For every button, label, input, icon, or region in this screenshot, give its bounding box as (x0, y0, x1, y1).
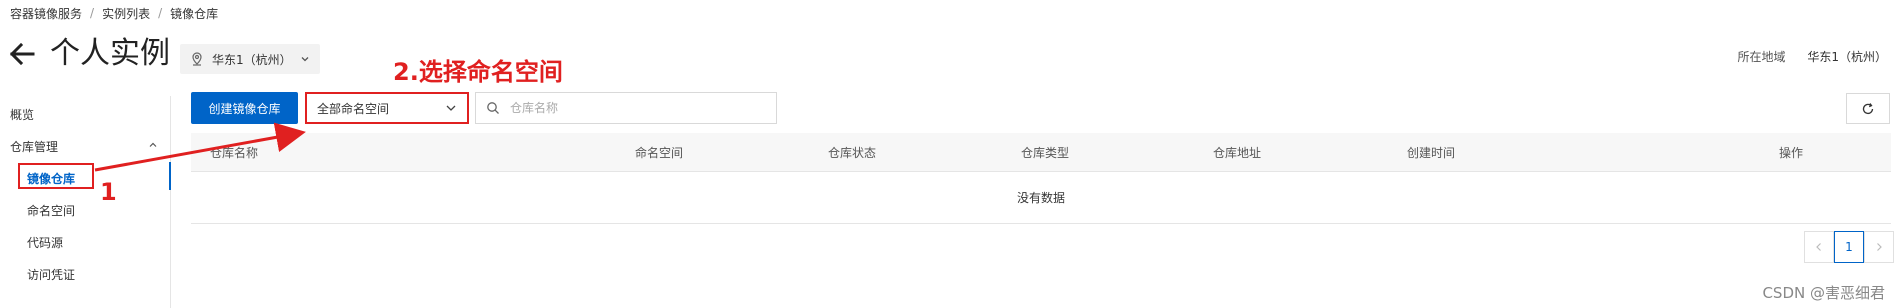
page-title: 个人实例 (50, 36, 170, 71)
breadcrumb-item-current: 镜像仓库 (170, 6, 219, 21)
page-number-button[interactable]: 1 (1834, 231, 1864, 263)
pagination: 1 (1804, 231, 1894, 263)
region-select-label: 华东1（杭州） (212, 52, 292, 67)
namespace-select[interactable]: 全部命名空间 (305, 92, 469, 124)
column-header-actions: 操作 (1779, 146, 1804, 160)
sidebar-item-access-credential[interactable]: 访问凭证 (27, 266, 75, 283)
column-header-created-time: 创建时间 (1407, 146, 1456, 160)
prev-page-button[interactable] (1804, 231, 1834, 263)
repo-search-input[interactable] (510, 101, 766, 115)
chevron-up-icon (149, 142, 157, 147)
annotation-highlight-box (18, 163, 94, 189)
back-arrow-icon[interactable] (8, 40, 36, 68)
sidebar-item-code-source[interactable]: 代码源 (27, 234, 63, 251)
next-page-button[interactable] (1864, 231, 1894, 263)
breadcrumb-separator: / (158, 6, 163, 20)
refresh-icon (1862, 102, 1874, 114)
column-header-repo-status: 仓库状态 (828, 146, 877, 160)
watermark: CSDN @害恶细君 (1762, 284, 1885, 302)
sidebar-group-repo-management[interactable]: 仓库管理 (10, 138, 162, 155)
refresh-button[interactable] (1846, 93, 1890, 124)
sidebar-item-overview[interactable]: 概览 (10, 106, 34, 123)
repo-search-box (475, 92, 777, 124)
search-icon (487, 102, 499, 114)
location-pin-icon (192, 52, 202, 66)
empty-state-text: 没有数据 (1016, 190, 1065, 205)
column-header-repo-address: 仓库地址 (1213, 146, 1262, 160)
column-header-repo-type: 仓库类型 (1021, 146, 1070, 160)
region-select[interactable]: 华东1（杭州） (180, 44, 320, 74)
chevron-down-icon (301, 57, 309, 62)
annotation-step1-label: 1 (100, 178, 117, 206)
namespace-select-label: 全部命名空间 (317, 101, 390, 116)
sidebar-active-indicator (169, 162, 171, 190)
table-header: 仓库名称 命名空间 仓库状态 仓库类型 仓库地址 创建时间 操作 (191, 133, 1891, 172)
chevron-left-icon (1816, 243, 1821, 251)
chevron-down-icon (446, 105, 456, 111)
breadcrumb-item-instances[interactable]: 实例列表 (102, 5, 150, 22)
column-header-repo-name: 仓库名称 (210, 146, 259, 160)
column-header-namespace: 命名空间 (635, 146, 684, 160)
table-empty-row: 没有数据 (191, 171, 1891, 224)
chevron-right-icon (1877, 243, 1882, 251)
breadcrumb: 容器镜像服务 / 实例列表 / 镜像仓库 (10, 4, 218, 22)
sidebar: 概览 仓库管理 镜像仓库 命名空间 代码源 访问凭证 (0, 96, 171, 308)
breadcrumb-separator: / (90, 6, 95, 20)
region-info-value: 华东1（杭州） (1807, 50, 1887, 64)
sidebar-item-namespace[interactable]: 命名空间 (27, 202, 75, 219)
sidebar-group-label: 仓库管理 (10, 140, 59, 154)
breadcrumb-item-service[interactable]: 容器镜像服务 (10, 5, 82, 22)
region-info: 所在地域 华东1（杭州） (1738, 48, 1887, 65)
create-repo-button[interactable]: 创建镜像仓库 (191, 92, 298, 124)
region-info-label: 所在地域 (1737, 50, 1786, 64)
annotation-step2-label: 2.选择命名空间 (393, 58, 563, 86)
